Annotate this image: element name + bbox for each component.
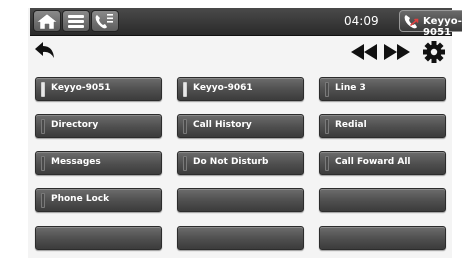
key-label: Keyyo-9051 — [51, 83, 111, 93]
key-empty[interactable] — [319, 226, 446, 250]
key-label: Do Not Disturb — [193, 157, 269, 167]
key-messages[interactable]: Messages — [35, 151, 162, 175]
key-call-history[interactable]: Call History — [177, 114, 304, 138]
line-status-indicator — [325, 82, 329, 97]
call-log-button[interactable] — [91, 10, 119, 32]
line-status-indicator — [41, 119, 45, 134]
key-empty[interactable] — [177, 226, 304, 250]
line-status-indicator — [183, 82, 187, 97]
key-label: Phone Lock — [51, 194, 110, 204]
back-arrow-icon[interactable] — [32, 40, 58, 62]
key-label: Call History — [193, 120, 252, 130]
key-label: Keyyo-9061 — [193, 83, 253, 93]
active-line-label: Keyyo-9051 — [423, 16, 462, 38]
key-empty[interactable] — [319, 188, 446, 212]
line-status-indicator — [41, 156, 45, 171]
line-status-indicator — [41, 82, 45, 97]
active-line-button[interactable]: Keyyo-9051 — [399, 10, 462, 38]
key-empty[interactable] — [177, 188, 304, 212]
key-line-3[interactable]: Line 3 — [319, 77, 446, 101]
clock: 04:09 — [344, 14, 379, 28]
phone-list-icon — [95, 14, 113, 29]
key-keyyo-9051[interactable]: Keyyo-9051 — [35, 77, 162, 101]
key-phone-lock[interactable]: Phone Lock — [35, 188, 162, 212]
list-menu-icon — [68, 15, 84, 28]
key-redial[interactable]: Redial — [319, 114, 446, 138]
key-empty[interactable] — [35, 226, 162, 250]
key-keyyo-9061[interactable]: Keyyo-9061 — [177, 77, 304, 101]
double-left-arrow-icon[interactable] — [349, 42, 379, 62]
key-do-not-disturb[interactable]: Do Not Disturb — [177, 151, 304, 175]
home-button[interactable] — [33, 10, 61, 32]
phone-handset-icon — [404, 15, 419, 29]
line-status-indicator — [183, 119, 187, 134]
line-status-indicator — [325, 119, 329, 134]
key-label: Messages — [51, 157, 101, 167]
menu-button[interactable] — [62, 10, 90, 32]
key-label: Line 3 — [335, 83, 366, 93]
key-directory[interactable]: Directory — [35, 114, 162, 138]
line-status-indicator — [325, 156, 329, 171]
gear-icon[interactable] — [422, 40, 446, 64]
key-label: Directory — [51, 120, 99, 130]
key-call-foward-all[interactable]: Call Foward All — [319, 151, 446, 175]
line-status-indicator — [41, 193, 45, 208]
key-label: Call Foward All — [335, 157, 411, 167]
home-icon — [36, 13, 58, 30]
navigation-row — [30, 38, 452, 68]
double-right-arrow-icon[interactable] — [382, 42, 412, 62]
status-bar: 04:09 Keyyo-9051 — [30, 8, 462, 38]
line-status-indicator — [183, 156, 187, 171]
key-label: Redial — [335, 120, 367, 130]
